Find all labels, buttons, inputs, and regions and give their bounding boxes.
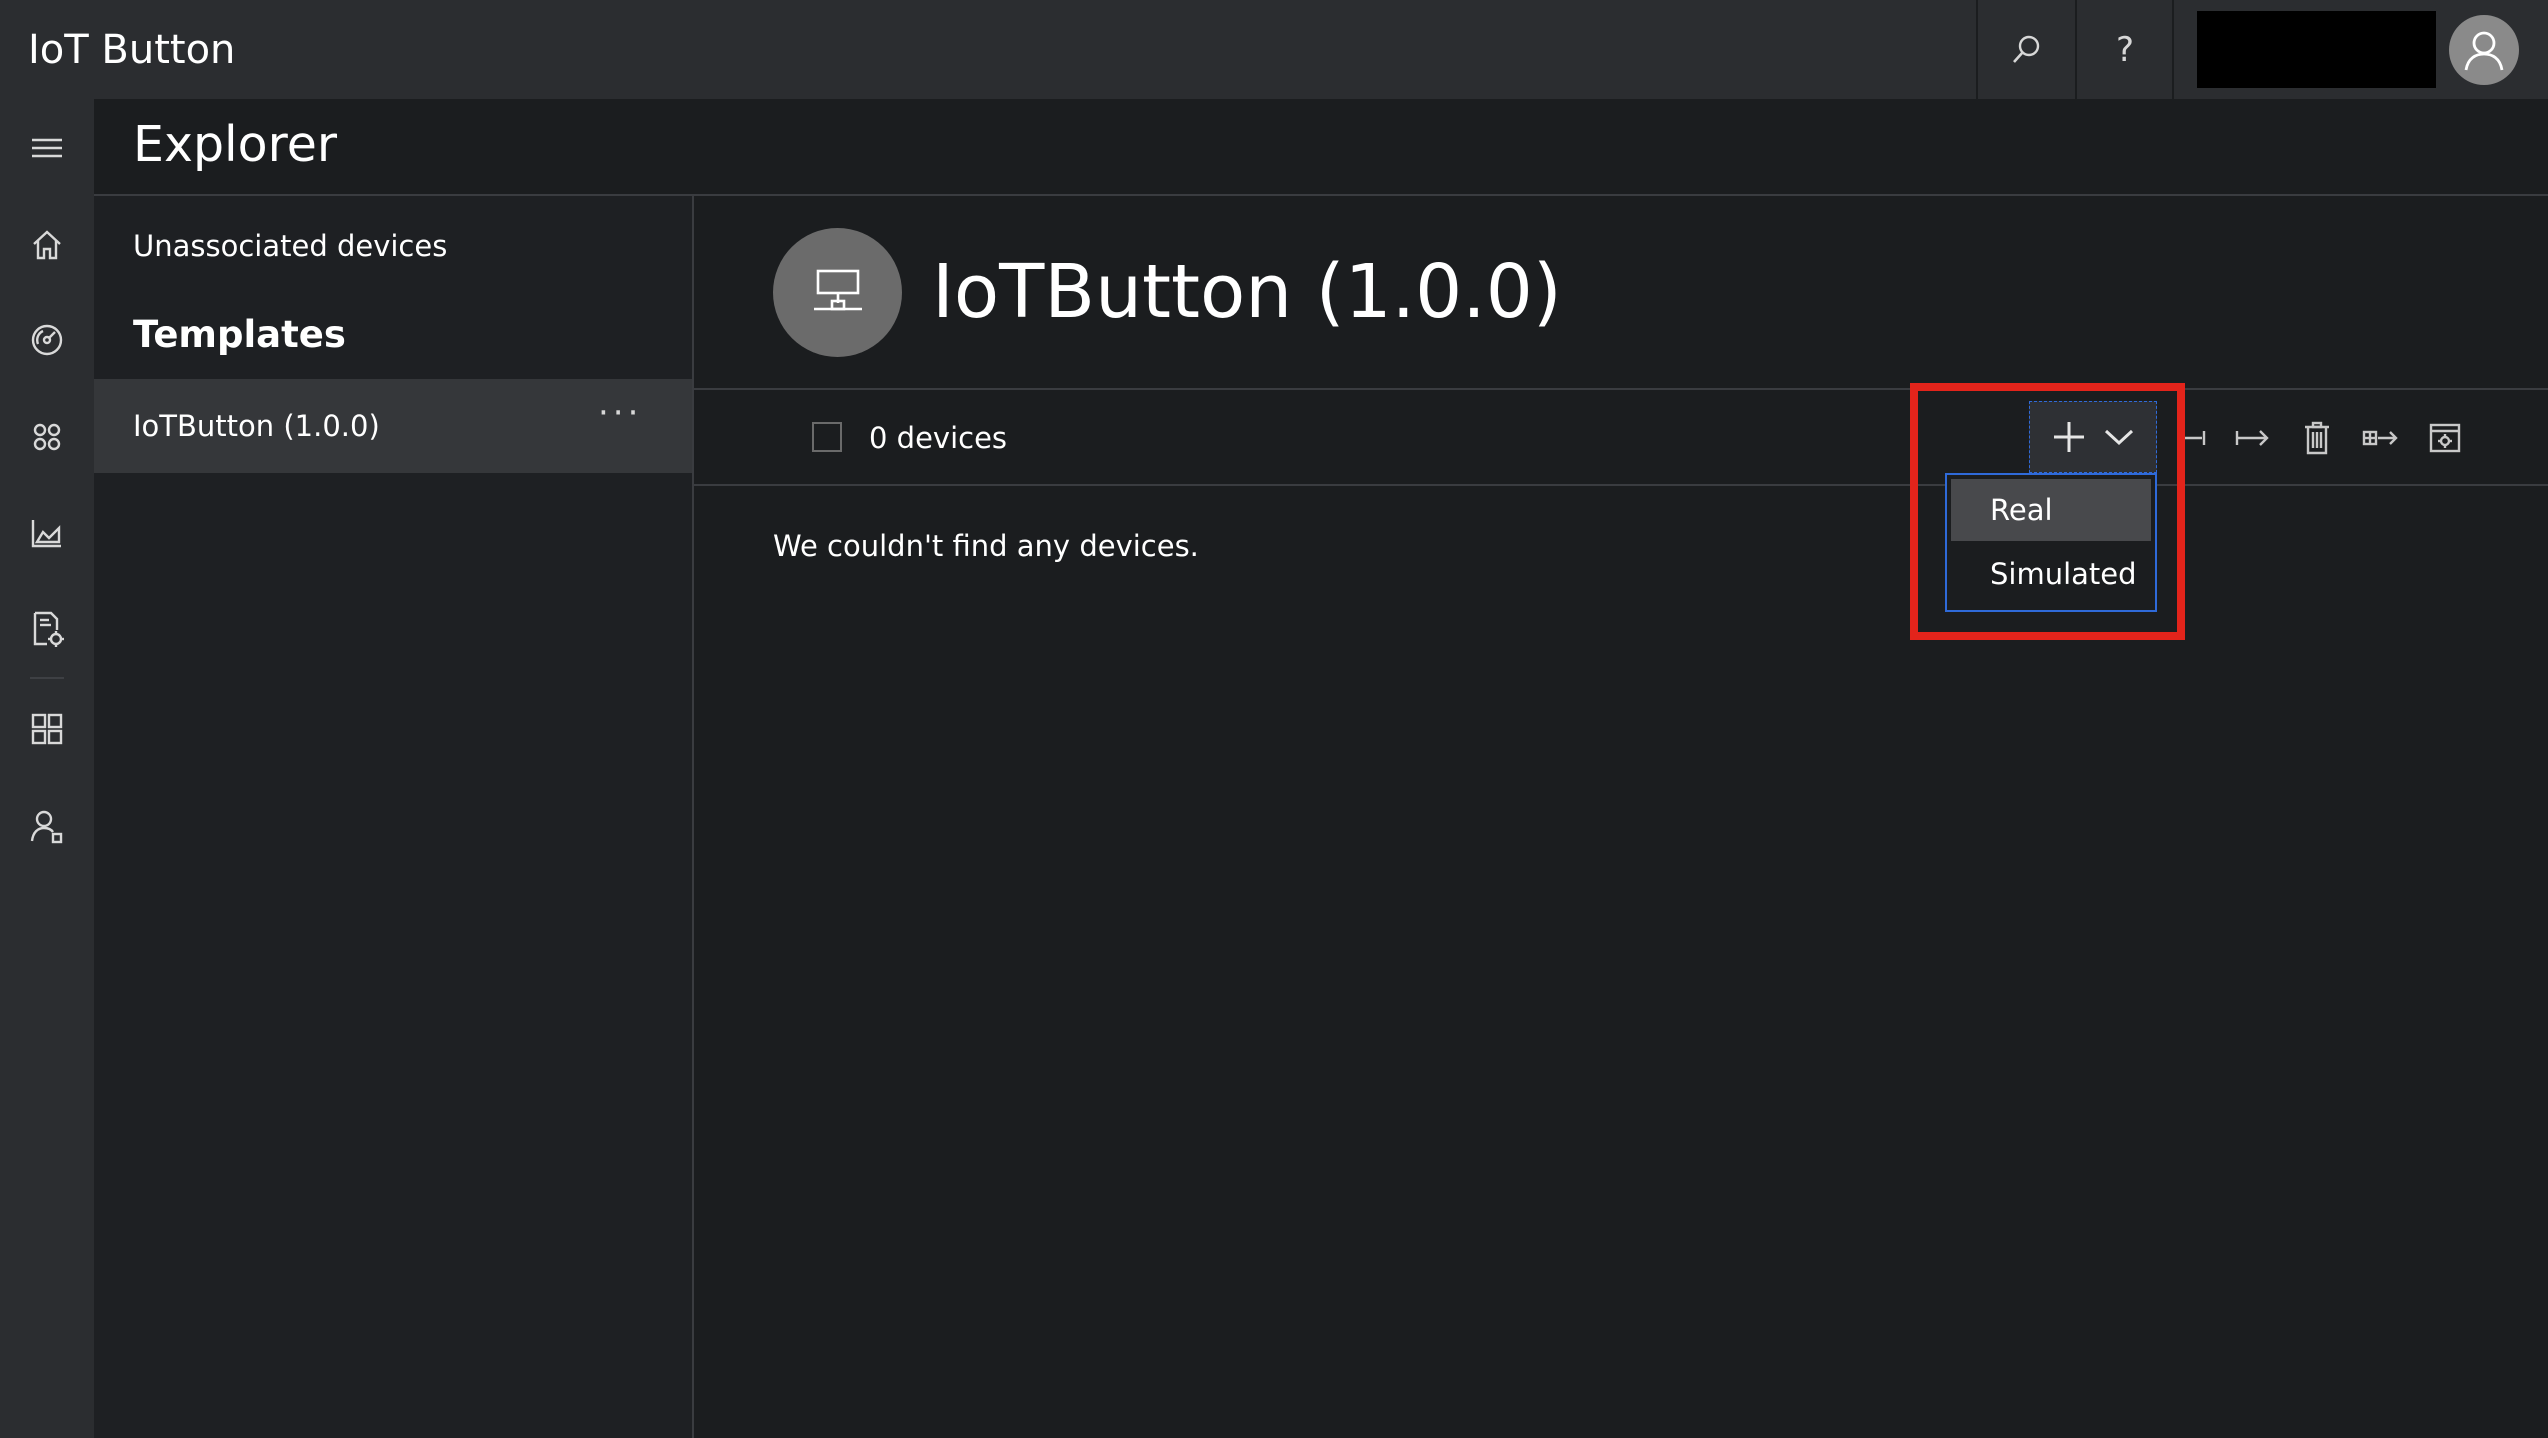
templates-heading: Templates	[133, 313, 346, 356]
delete-button[interactable]	[2291, 412, 2343, 464]
nav-item-jobs[interactable]	[0, 589, 94, 669]
device-count: 0 devices	[869, 421, 1008, 455]
template-icon	[773, 228, 902, 357]
device-explorer-icon	[30, 420, 64, 454]
delete-icon	[2303, 421, 2331, 455]
template-item-label: IoTButton (1.0.0)	[133, 409, 380, 443]
nav-item-home[interactable]	[0, 205, 94, 285]
select-all-checkbox[interactable]	[812, 422, 842, 452]
avatar[interactable]	[2449, 15, 2519, 85]
dashboard-gauge-icon	[29, 322, 65, 358]
move-button[interactable]	[2226, 412, 2278, 464]
nav-item-administration[interactable]	[0, 786, 94, 866]
device-template-icon	[808, 265, 868, 321]
device-settings-button[interactable]	[2419, 412, 2471, 464]
home-icon	[30, 228, 64, 262]
title-divider	[694, 388, 2548, 390]
app-builder-grid-icon	[30, 712, 64, 746]
nav-item-explorer[interactable]	[0, 397, 94, 477]
user-avatar-icon	[2460, 26, 2508, 74]
help-icon: ?	[2115, 29, 2135, 70]
annotation-highlight	[1910, 383, 2185, 640]
template-title: IoTButton (1.0.0)	[932, 249, 1562, 335]
migrate-button[interactable]	[2355, 412, 2407, 464]
hamburger-menu-icon	[30, 136, 64, 160]
template-list-item[interactable]: IoTButton (1.0.0) ···	[94, 379, 692, 473]
help-button[interactable]: ?	[2077, 0, 2173, 99]
move-to-template-icon	[2233, 426, 2271, 450]
nav-item-dashboard[interactable]	[0, 300, 94, 380]
account-name-box[interactable]	[2197, 11, 2436, 88]
unassociated-devices-link[interactable]: Unassociated devices	[133, 226, 447, 266]
nav-menu-button[interactable]	[0, 108, 94, 188]
toolbar-divider	[2172, 0, 2174, 99]
jobs-document-gear-icon	[29, 610, 65, 648]
nav-separator	[30, 677, 64, 679]
settings-icon	[2428, 421, 2462, 455]
migrate-icon	[2362, 426, 2400, 450]
administration-user-icon	[29, 808, 65, 844]
search-icon	[2008, 32, 2044, 68]
search-button[interactable]	[1978, 0, 2074, 99]
sidebar-divider	[692, 196, 694, 1438]
app-title: IoT Button	[28, 27, 236, 73]
more-options-button[interactable]: ···	[598, 393, 642, 433]
empty-state-message: We couldn't find any devices.	[773, 529, 1199, 563]
nav-item-analytics[interactable]	[0, 493, 94, 573]
nav-item-app-builder[interactable]	[0, 689, 94, 769]
analytics-chart-icon	[29, 516, 65, 550]
toolbar-bottom-divider	[694, 484, 2548, 486]
page-title: Explorer	[133, 116, 338, 173]
